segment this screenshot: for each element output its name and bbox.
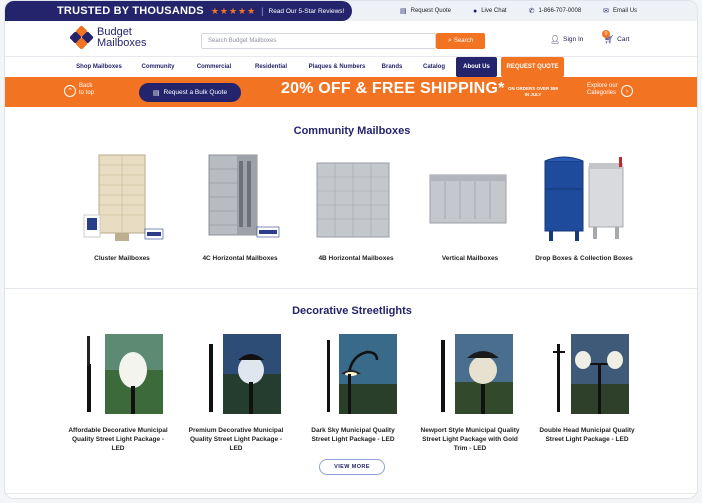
phone-link[interactable]: ✆ 1-866-707-0008	[529, 7, 582, 15]
nav-shop-mailboxes[interactable]: Shop Mailboxes	[67, 57, 131, 77]
streetlight-2-line3: LED	[229, 445, 243, 452]
email-label: Email Us	[613, 8, 638, 14]
cart-label: Cart	[617, 36, 630, 43]
document-icon: ▤	[400, 8, 407, 15]
streetlight-3-line2: Street Light Package - LED	[311, 436, 395, 443]
streetlight-3-image[interactable]	[321, 334, 399, 414]
streetlight-1-image[interactable]	[87, 334, 165, 414]
trust-separator: |	[261, 6, 264, 16]
streetlight-1-line2: Quality Street Light Package -	[71, 436, 165, 443]
chevron-up-icon[interactable]: ⌃	[64, 85, 76, 97]
search-icon: ⌕	[448, 37, 452, 44]
drop-box-image[interactable]	[541, 153, 627, 243]
nav-plaques-numbers[interactable]: Plaques & Numbers	[300, 57, 374, 77]
cart-icon: 🛒︎ 0	[602, 30, 615, 44]
reviews-link[interactable]: Read Our 5-Star Reviews!	[269, 8, 345, 15]
product-streetlight-2[interactable]: Premium Decorative Municipal Quality Str…	[171, 426, 301, 453]
explore-line1: Explore our	[587, 83, 618, 89]
bottom-divider	[5, 493, 697, 494]
streetlight-4-line1: Newport Style Municipal Quality	[420, 427, 520, 434]
document-icon: ▤	[152, 89, 160, 97]
back-to-top-line2: to top	[79, 90, 95, 96]
search-button-label: Search	[453, 38, 473, 44]
product-4b-horizontal-mailboxes[interactable]: 4B Horizontal Mailboxes	[291, 254, 421, 263]
explore-line2: Categories	[587, 90, 617, 96]
site-header: Budget Mailboxes Search Budget Mailboxes…	[5, 21, 697, 57]
cart-count-badge: 0	[602, 30, 610, 38]
bulk-quote-label: Request a Bulk Quote	[163, 89, 228, 96]
promo-fine-print: ON ORDERS OVER $99 IN JULY	[508, 86, 558, 98]
product-streetlight-1[interactable]: Affordable Decorative Municipal Quality …	[53, 426, 183, 453]
streetlight-4-line2: Street Light Package with Gold	[422, 436, 518, 443]
rating-stars-icon: ★★★★★	[210, 5, 257, 16]
top-utility-bar: TRUSTED BY THOUSANDS ★★★★★ | Read Our 5-…	[5, 1, 697, 21]
streetlight-1-line1: Affordable Decorative Municipal	[68, 427, 168, 434]
utility-links: ▤ Request Quote ● Live Chat ✆ 1-866-707-000…	[400, 1, 659, 21]
live-chat-link[interactable]: ● Live Chat	[473, 8, 507, 15]
promo-headline: 20% OFF & FREE SHIPPING*	[281, 80, 505, 97]
nav-catalog[interactable]: Catalog	[415, 57, 453, 77]
view-more-button[interactable]: VIEW MORE	[319, 459, 385, 475]
nav-about-us[interactable]: About Us	[456, 57, 497, 77]
email-link[interactable]: ✉ Email Us	[603, 7, 637, 15]
streetlight-4-image[interactable]	[437, 334, 515, 414]
logo-mark-icon	[69, 25, 94, 50]
back-to-top-line1: Back	[79, 83, 93, 89]
streetlight-3-line1: Dark Sky Municipal Quality	[311, 427, 395, 434]
nav-commercial[interactable]: Commercial	[187, 57, 241, 77]
nav-residential[interactable]: Residential	[245, 57, 297, 77]
streetlight-5-line1: Double Head Municipal Quality	[539, 427, 635, 434]
phone-icon: ✆	[528, 8, 535, 15]
logo-text: Budget Mailboxes	[97, 27, 147, 49]
4b-mailbox-image[interactable]	[315, 161, 391, 239]
trust-title: TRUSTED BY THOUSANDS	[57, 5, 204, 17]
cluster-mailbox-image[interactable]	[81, 151, 165, 243]
promo-fine-line2: IN JULY	[524, 92, 542, 97]
bulk-quote-button[interactable]: ▤ Request a Bulk Quote	[139, 83, 241, 102]
trust-banner: TRUSTED BY THOUSANDS ★★★★★ | Read Our 5-…	[5, 1, 352, 21]
streetlight-1-line3: LED	[111, 445, 125, 452]
main-navigation: Shop Mailboxes Community Commercial Resi…	[5, 57, 697, 77]
logo-line2: Mailboxes	[97, 37, 147, 49]
search-input[interactable]: Search Budget Mailboxes	[201, 33, 436, 49]
4c-mailbox-image[interactable]	[201, 151, 283, 243]
promo-banner: ⌃ Back to top ▤ Request a Bulk Quote 20%…	[5, 77, 697, 107]
streetlight-5-line2: Street Light Package - LED	[545, 436, 629, 443]
request-quote-link[interactable]: ▤ Request Quote	[400, 7, 451, 15]
streetlight-4-line3: Trim - LED	[453, 445, 487, 452]
envelope-icon: ✉	[603, 8, 610, 15]
chat-icon: ●	[472, 7, 478, 15]
page-frame: TRUSTED BY THOUSANDS ★★★★★ | Read Our 5-…	[4, 0, 698, 499]
product-streetlight-4[interactable]: Newport Style Municipal Quality Street L…	[405, 426, 535, 453]
request-quote-label: Request Quote	[410, 8, 451, 14]
user-icon: 👤︎	[550, 35, 561, 44]
product-cluster-mailboxes[interactable]: Cluster Mailboxes	[57, 254, 187, 263]
search-button[interactable]: ⌕ Search	[436, 33, 485, 49]
product-drop-boxes[interactable]: Drop Boxes & Collection Boxes	[519, 254, 649, 263]
product-streetlight-3[interactable]: Dark Sky Municipal Quality Street Light …	[288, 426, 418, 444]
community-section-title: Community Mailboxes	[293, 125, 411, 137]
streetlight-5-image[interactable]	[553, 334, 631, 414]
streetlight-2-line1: Premium Decorative Municipal	[188, 427, 284, 434]
product-4c-horizontal-mailboxes[interactable]: 4C Horizontal Mailboxes	[175, 254, 305, 263]
section-divider	[5, 288, 697, 289]
nav-brands[interactable]: Brands	[375, 57, 409, 77]
streetlight-2-image[interactable]	[205, 334, 283, 414]
phone-number: 1-866-707-0008	[538, 8, 582, 14]
sign-in-link[interactable]: 👤︎ Sign In	[550, 35, 583, 44]
explore-categories-link[interactable]: Explore our Categories	[587, 83, 618, 97]
chevron-right-icon[interactable]: ›	[621, 85, 633, 97]
site-logo[interactable]: Budget Mailboxes	[69, 25, 147, 50]
streetlights-section-title: Decorative Streetlights	[292, 305, 412, 317]
nav-community[interactable]: Community	[133, 57, 183, 77]
cart-link[interactable]: 🛒︎ 0 Cart	[602, 30, 630, 44]
product-vertical-mailboxes[interactable]: Vertical Mailboxes	[405, 254, 535, 263]
nav-request-quote-button[interactable]: REQUEST QUOTE	[501, 57, 564, 77]
sign-in-label: Sign In	[563, 36, 584, 43]
product-streetlight-5[interactable]: Double Head Municipal Quality Street Lig…	[522, 426, 652, 444]
back-to-top-link[interactable]: Back to top	[79, 83, 94, 97]
streetlight-2-line2: Quality Street Light Package -	[189, 436, 283, 443]
vertical-mailbox-image[interactable]	[428, 173, 508, 225]
live-chat-label: Live Chat	[481, 8, 507, 14]
